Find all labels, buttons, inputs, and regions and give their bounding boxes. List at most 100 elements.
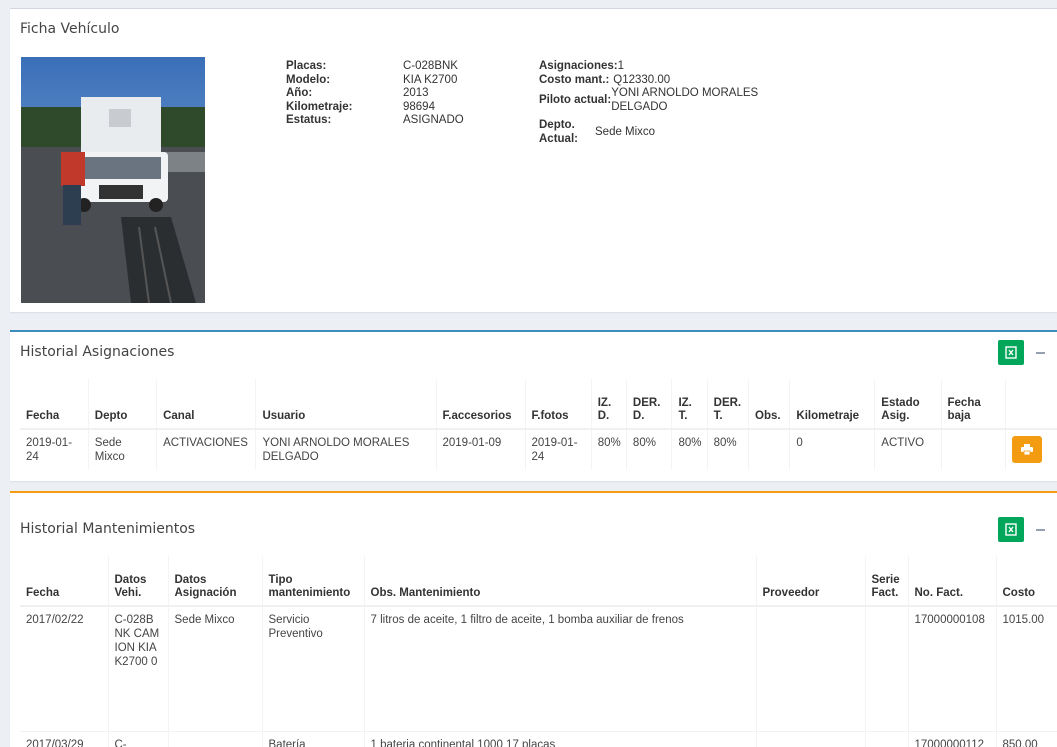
asignaciones-label: Asignaciones:	[539, 60, 618, 72]
piloto-label: Piloto actual:	[539, 93, 612, 106]
vehicle-info-column-2: Asignaciones: 1 Costo mant.: Q12330.00 Pil…	[539, 60, 758, 146]
anio-value: 2013	[403, 87, 429, 99]
kilometraje-value: 98694	[403, 100, 435, 113]
depto-value: Sede Mixco	[595, 125, 656, 138]
cell-iz-t: 80%	[671, 428, 708, 470]
col-der-d[interactable]: DER. D.	[625, 379, 672, 430]
cell-fecha: 2019-01-24	[20, 428, 89, 470]
cell-obs: 1 bateria continental 1000 17 placas	[363, 730, 756, 747]
historial-mantenimientos-box: Historial Mantenimientos Fecha Datos Veh…	[10, 491, 1057, 747]
cell-datos-asignacion: Sede Mixco	[167, 605, 262, 731]
col-datos-vehi[interactable]: Datos Vehi.	[107, 556, 168, 607]
cell-kilometraje: 0	[789, 428, 875, 470]
costo-value: Q12330.00	[613, 73, 671, 86]
print-button[interactable]	[1011, 436, 1042, 463]
col-no-fact[interactable]: No. Fact.	[907, 556, 996, 607]
col-ffotos[interactable]: F.fotos	[524, 379, 592, 430]
modelo-value: KIA K2700	[403, 73, 458, 86]
ficha-title: Ficha Vehículo	[20, 21, 120, 37]
cell-proveedor	[755, 730, 865, 747]
estatus-label: Estatus:	[286, 114, 332, 126]
collapse-minus-icon[interactable]	[1036, 529, 1045, 531]
col-fecha-baja[interactable]: Fecha baja	[940, 379, 1006, 430]
col-fecha[interactable]: Fecha	[20, 556, 108, 607]
cell-costo: 850.00	[995, 730, 1057, 747]
cell-tipo: Batería	[261, 730, 364, 747]
file-excel-icon	[1005, 346, 1017, 359]
estatus-value: ASIGNADO	[403, 114, 464, 126]
cell-fecha: 2017/02/22	[20, 605, 108, 731]
cell-costo: 1015.00	[995, 605, 1057, 731]
cell-fecha: 2017/03/29	[20, 730, 108, 747]
cell-fecha-baja	[940, 428, 1006, 470]
col-actions	[1004, 379, 1057, 430]
col-der-t[interactable]: DER. T.	[706, 379, 749, 430]
placas-label: Placas:	[286, 60, 327, 72]
col-estado-asig[interactable]: Estado Asig.	[874, 379, 942, 430]
cell-no-fact: 17000000112	[907, 730, 996, 747]
depto-label-line2: Actual:	[539, 132, 578, 145]
col-faccesorios[interactable]: F.accesorios	[435, 379, 525, 430]
asignaciones-table: Fecha Depto Canal Usuario F.accesorios F…	[20, 379, 1057, 470]
file-excel-icon	[1005, 523, 1017, 536]
cell-tipo: Servicio Preventivo	[261, 605, 364, 731]
cell-datos-vehi: C-028BNK CAMION KIA K2700 0	[107, 605, 168, 731]
export-excel-button-mantenimientos[interactable]	[998, 517, 1024, 542]
cell-depto: Sede Mixco	[87, 428, 157, 470]
vehicle-info-column-1: Placas: C-028BNK Modelo: KIA K2700 Año: 201…	[286, 60, 464, 128]
cell-obs: 7 litros de aceite, 1 filtro de aceite, …	[363, 605, 756, 731]
col-kilometraje[interactable]: Kilometraje	[789, 379, 875, 430]
export-excel-button-asignaciones[interactable]	[998, 340, 1024, 365]
col-datos-asignacion[interactable]: Datos Asignación	[167, 556, 262, 607]
kilometraje-label: Kilometraje:	[286, 100, 353, 113]
placas-value: C-028BNK	[403, 60, 458, 72]
piloto-value-line2: DELGADO	[611, 100, 668, 113]
costo-label: Costo mant.:	[539, 73, 610, 86]
cell-iz-d: 80%	[590, 428, 627, 470]
cell-der-t: 80%	[706, 428, 749, 470]
cell-estado: ACTIVO	[874, 428, 942, 470]
cell-ffotos: 2019-01-24	[524, 428, 592, 470]
piloto-value-line1: YONI ARNOLDO MORALES	[611, 87, 759, 99]
col-usuario[interactable]: Usuario	[255, 379, 436, 430]
ficha-vehiculo-box: Ficha Vehículo Placas: C-028BNK Modelo: …	[10, 8, 1057, 312]
depto-label-line1: Depto.	[539, 119, 575, 131]
asignaciones-value: 1	[617, 60, 625, 72]
col-fecha[interactable]: Fecha	[20, 379, 89, 430]
col-costo[interactable]: Costo	[995, 556, 1057, 607]
mantenimientos-title: Historial Mantenimientos	[20, 521, 196, 537]
col-serie-fact[interactable]: Serie Fact.	[864, 556, 908, 607]
asignaciones-header-row: Fecha Depto Canal Usuario F.accesorios F…	[20, 379, 1057, 430]
col-canal[interactable]: Canal	[156, 379, 256, 430]
vehicle-photo	[21, 57, 205, 303]
table-row: 2017/03/29 C- Batería 1 bateria continen…	[20, 730, 1057, 747]
cell-serie	[864, 730, 908, 747]
cell-no-fact: 17000000108	[907, 605, 996, 731]
cell-serie	[864, 605, 908, 731]
col-iz-t[interactable]: IZ. T.	[671, 379, 708, 430]
cell-canal: ACTIVACIONES	[156, 428, 256, 470]
mantenimientos-header-row: Fecha Datos Vehi. Datos Asignación Tipo …	[20, 556, 1057, 607]
anio-label: Año:	[286, 87, 313, 99]
table-row: 2017/02/22 C-028BNK CAMION KIA K2700 0 S…	[20, 605, 1057, 731]
col-proveedor[interactable]: Proveedor	[755, 556, 865, 607]
cell-proveedor	[755, 605, 865, 731]
collapse-minus-icon[interactable]	[1036, 352, 1045, 354]
cell-faccesorios: 2019-01-09	[435, 428, 525, 470]
cell-obs	[748, 428, 790, 470]
table-row: 2019-01-24 Sede Mixco ACTIVACIONES YONI …	[20, 428, 1057, 470]
col-tipo-mantenimiento[interactable]: Tipo mantenimiento	[261, 556, 364, 607]
print-icon	[1020, 444, 1033, 455]
cell-datos-asignacion	[167, 730, 262, 747]
asignaciones-title: Historial Asignaciones	[20, 344, 175, 360]
col-obs[interactable]: Obs.	[748, 379, 790, 430]
col-depto[interactable]: Depto	[87, 379, 157, 430]
historial-asignaciones-box: Historial Asignaciones Fecha Depto Canal…	[10, 330, 1057, 481]
col-obs-mantenimiento[interactable]: Obs. Mantenimiento	[363, 556, 756, 607]
cell-actions	[1004, 428, 1057, 470]
mantenimientos-table: Fecha Datos Vehi. Datos Asignación Tipo …	[20, 556, 1057, 747]
cell-usuario: YONI ARNOLDO MORALES DELGADO	[255, 428, 436, 470]
cell-der-d: 80%	[625, 428, 672, 470]
col-iz-d[interactable]: IZ. D.	[590, 379, 627, 430]
modelo-label: Modelo:	[286, 73, 331, 86]
